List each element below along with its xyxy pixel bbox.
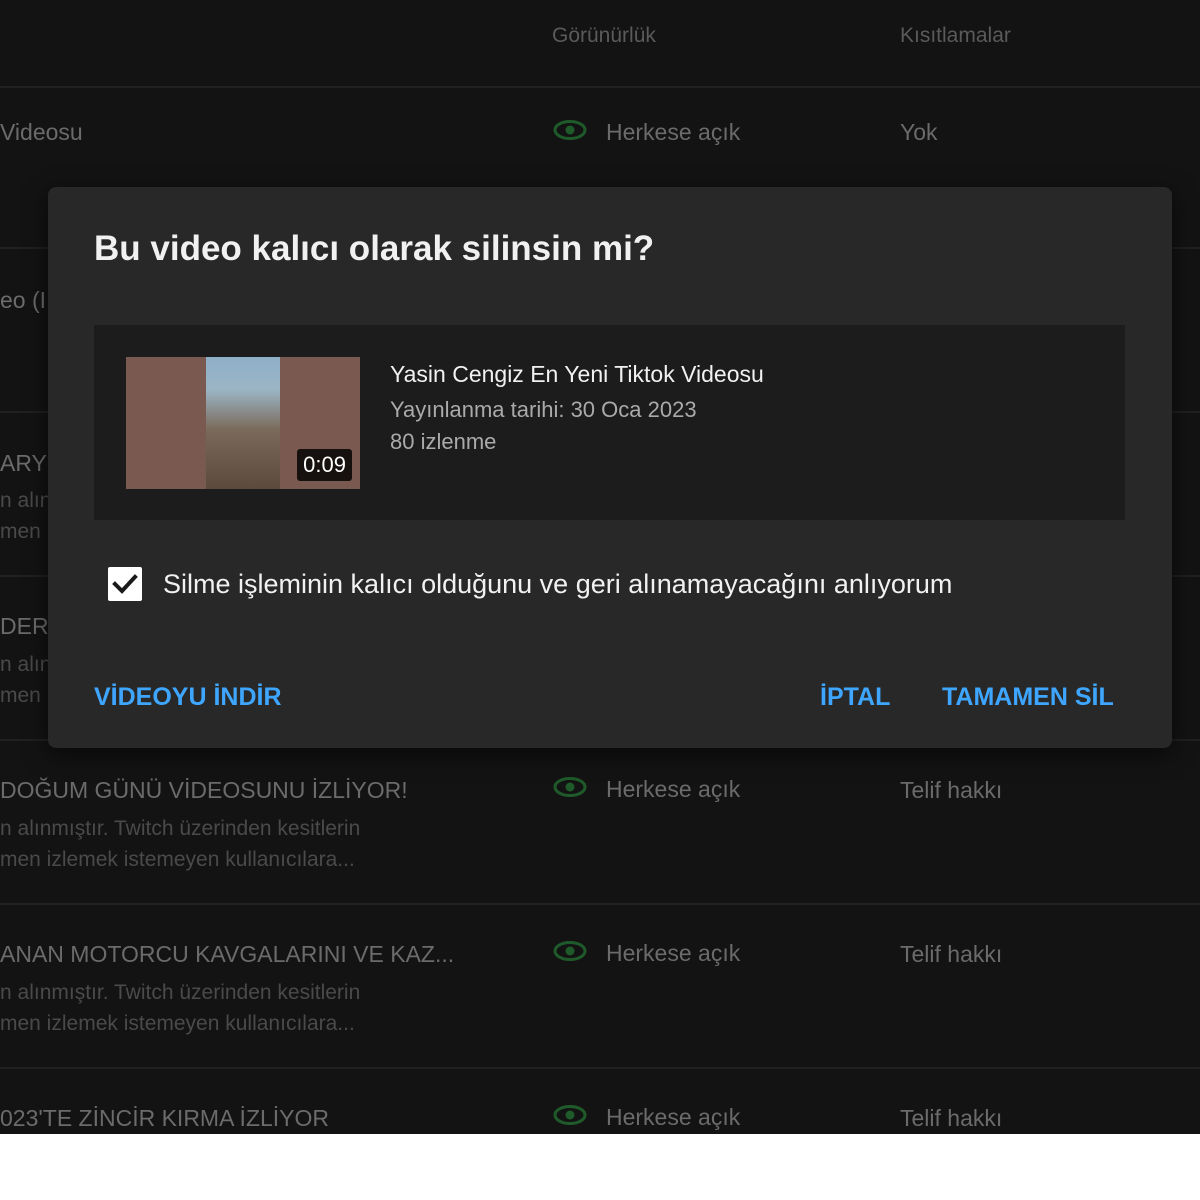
checkmark-icon [108, 574, 142, 605]
row-title: ANAN MOTORCU KAVGALARINI VE KAZ... [0, 941, 455, 967]
visibility-cell[interactable]: Herkese açık [552, 775, 740, 804]
eye-icon [552, 1103, 588, 1132]
visibility-label: Herkese açık [606, 119, 741, 145]
video-published-date: Yayınlanma tarihi: 30 Oca 2023 [390, 397, 697, 422]
video-summary-card: 0:09 Yasin Cengiz En Yeni Tiktok Videosu… [94, 325, 1125, 520]
visibility-label: Herkese açık [606, 940, 741, 966]
video-thumbnail[interactable]: 0:09 [126, 357, 360, 489]
row-title: 023'TE ZİNCİR KIRMA İZLİYOR [0, 1105, 330, 1131]
row-description-line-2: men izlemek istemeyen kullanıcılara... [0, 1012, 355, 1035]
row-title: eo (I [0, 287, 47, 313]
row-title: Videosu [0, 119, 83, 145]
table-row[interactable]: ANAN MOTORCU KAVGALARINI VE KAZ... n alı… [0, 903, 1200, 1068]
delete-permanently-button[interactable]: TAMAMEN SİL [942, 683, 1114, 712]
visibility-label: Herkese açık [606, 776, 741, 802]
thumbnail-photo [206, 357, 280, 489]
eye-icon [552, 775, 588, 804]
dialog-title: Bu video kalıcı olarak silinsin mi? [94, 229, 655, 268]
row-description-line-1: n alınmıştır. Twitch üzerinden kesitleri… [0, 981, 361, 1004]
row-description-line-1: n alınmıştır. Twitch üzerinden kesitleri… [0, 817, 361, 840]
column-header-visibility[interactable]: Görünürlük [552, 24, 656, 48]
row-title: DOĞUM GÜNÜ VİDEOSUNU İZLİYOR! [0, 777, 408, 803]
restriction-label: Telif hakkı [900, 777, 1003, 803]
confirm-checkbox[interactable] [108, 567, 142, 601]
download-video-button[interactable]: VİDEOYU İNDİR [94, 683, 282, 712]
row-description-line-1: n alın [0, 653, 52, 676]
cancel-button[interactable]: İPTAL [820, 683, 890, 712]
visibility-cell[interactable]: Herkese açık [552, 1103, 740, 1132]
delete-video-dialog: Bu video kalıcı olarak silinsin mi? 0:09… [48, 187, 1172, 748]
column-header-restrictions[interactable]: Kısıtlamalar [900, 24, 1011, 48]
restriction-label: Yok [900, 119, 938, 145]
visibility-cell[interactable]: Herkese açık [552, 118, 740, 147]
row-title: DERİ [0, 613, 55, 639]
visibility-label: Herkese açık [606, 1104, 741, 1130]
confirm-checkbox-label[interactable]: Silme işleminin kalıcı olduğunu ve geri … [163, 569, 952, 600]
table-row[interactable]: 023'TE ZİNCİR KIRMA İZLİYOR Herkese açık… [0, 1067, 1200, 1134]
restriction-label: Telif hakkı [900, 941, 1003, 967]
row-description-line-2: men [0, 684, 41, 707]
row-description-line-2: men [0, 520, 41, 543]
row-description-line-1: n alın [0, 489, 52, 512]
duration-badge: 0:09 [297, 449, 352, 481]
video-title: Yasin Cengiz En Yeni Tiktok Videosu [390, 361, 764, 387]
visibility-cell[interactable]: Herkese açık [552, 939, 740, 968]
restriction-label: Telif hakkı [900, 1105, 1003, 1131]
row-description-line-2: men izlemek istemeyen kullanıcılara... [0, 848, 355, 871]
table-row[interactable]: DOĞUM GÜNÜ VİDEOSUNU İZLİYOR! n alınmışt… [0, 739, 1200, 904]
eye-icon [552, 939, 588, 968]
video-view-count: 80 izlenme [390, 429, 497, 454]
eye-icon [552, 118, 588, 147]
